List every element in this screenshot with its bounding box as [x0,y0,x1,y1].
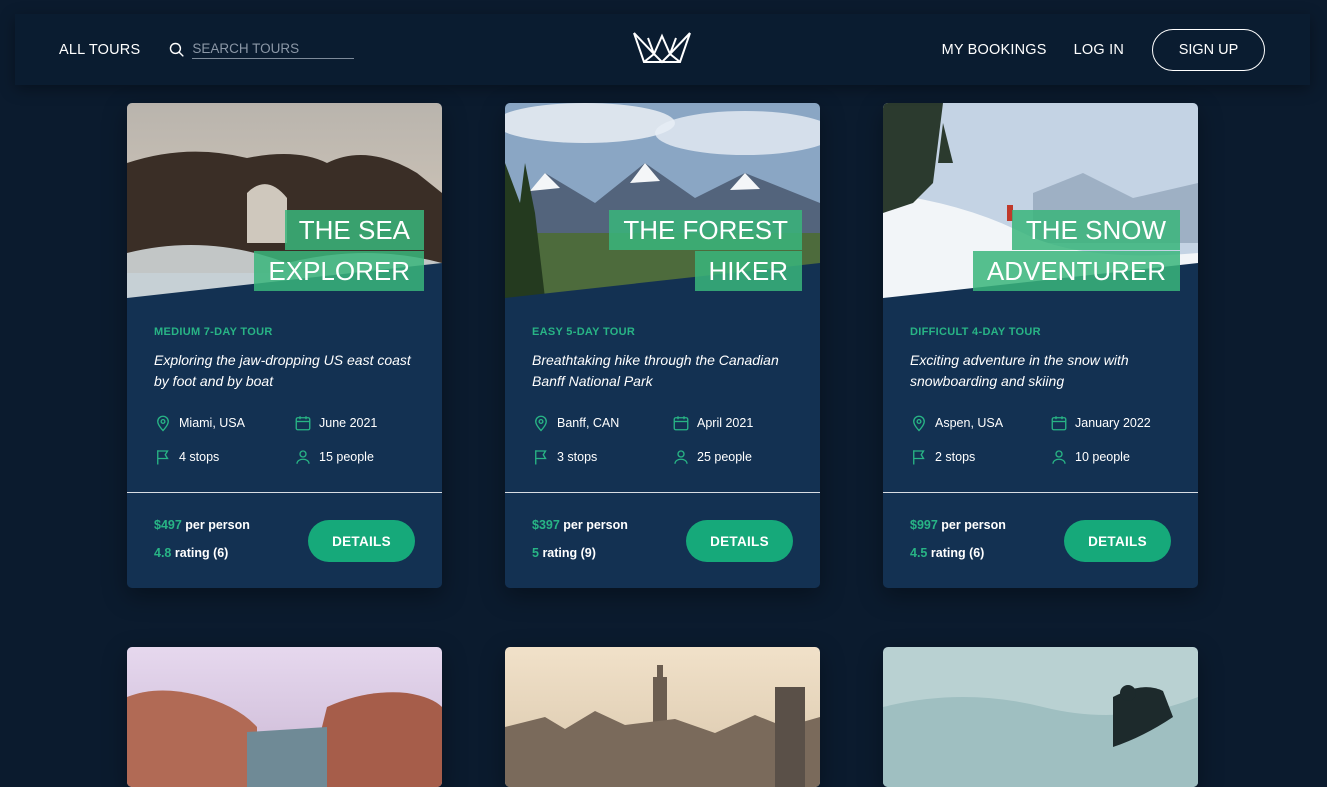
tour-title-line1: THE SNOW [1011,210,1180,250]
user-icon [1052,450,1066,464]
tour-card-partial [505,647,820,787]
stops-text: 3 stops [557,450,598,464]
card-footer: $497 per person 4.8 rating (6) DETAILS [127,492,442,588]
tour-details: Aspen, USA January 2022 2 stops 10 peopl… [910,414,1171,466]
tour-title-line2: EXPLORER [254,251,424,291]
tour-stops: 4 stops [154,448,294,466]
card-body: DIFFICULT 4-DAY TOUR Exciting adventure … [883,298,1198,492]
map-pin-icon [535,415,547,432]
flag-icon [157,450,169,465]
tour-subheading: MEDIUM 7-DAY TOUR [154,326,273,338]
price-suffix: per person [941,518,1006,532]
price-value: $997 [910,518,938,532]
details-button[interactable]: DETAILS [308,520,415,562]
user-icon [296,450,310,464]
map-pin-icon [913,415,925,432]
tour-image [883,647,1198,787]
tour-subheading: DIFFICULT 4-DAY TOUR [910,326,1041,338]
price-value: $497 [154,518,182,532]
tour-subheading: EASY 5-DAY TOUR [532,326,636,338]
tour-card: THE SEA EXPLORER MEDIUM 7-DAY TOUR Explo… [127,103,442,588]
tour-location: Aspen, USA [910,414,1050,432]
tour-image [505,647,820,787]
tour-people: 10 people [1050,448,1170,466]
rating-suffix: rating (6) [174,546,229,560]
card-footer: $997 per person 4.5 rating (6) DETAILS [883,492,1198,588]
sign-up-button[interactable]: SIGN UP [1152,28,1265,71]
rating-value: 5 [532,546,539,560]
tour-date: June 2021 [294,414,414,432]
tour-location: Banff, CAN [532,414,672,432]
tour-title-line1: THE FOREST [609,210,802,250]
tour-image: THE SEA EXPLORER [127,103,442,298]
people-text: 10 people [1075,450,1130,464]
tour-location: Miami, USA [154,414,294,432]
people-text: 15 people [319,450,374,464]
tour-stops: 3 stops [532,448,672,466]
price-suffix: per person [185,518,250,532]
log-in-link[interactable]: LOG IN [1074,42,1124,58]
stops-text: 2 stops [935,450,976,464]
tour-details: Miami, USA June 2021 4 stops 15 people [154,414,415,466]
price-value: $397 [532,518,560,532]
tour-title: THE FOREST HIKER [609,210,802,292]
tour-date: April 2021 [672,414,792,432]
map-pin-icon [157,415,169,432]
crown-logo[interactable] [632,30,692,64]
tour-stops: 2 stops [910,448,1050,466]
card-body: MEDIUM 7-DAY TOUR Exploring the jaw-drop… [127,298,442,492]
tour-summary: Exciting adventure in the snow with snow… [910,352,1129,389]
tour-people: 25 people [672,448,792,466]
tour-people: 15 people [294,448,414,466]
details-button[interactable]: DETAILS [1064,520,1171,562]
tour-card: THE SNOW ADVENTURER DIFFICULT 4-DAY TOUR… [883,103,1198,588]
site-header: ALL TOURS MY BOOKINGS LOG IN SIGN UP [15,14,1310,85]
location-text: Banff, CAN [557,416,620,430]
my-bookings-link[interactable]: MY BOOKINGS [942,42,1047,58]
date-text: April 2021 [697,416,754,430]
tour-image: THE FOREST HIKER [505,103,820,298]
tour-title-line2: HIKER [694,251,802,291]
tour-title-line1: THE SEA [284,210,424,250]
rating-suffix: rating (6) [930,546,985,560]
all-tours-link[interactable]: ALL TOURS [59,42,140,58]
stops-text: 4 stops [179,450,220,464]
tour-title-line2: ADVENTURER [972,251,1180,291]
search-icon[interactable] [168,41,185,58]
date-text: January 2022 [1075,416,1151,430]
search-form [168,40,355,59]
tour-details: Banff, CAN April 2021 3 stops 25 people [532,414,793,466]
card-body: EASY 5-DAY TOUR Breathtaking hike throug… [505,298,820,492]
location-text: Aspen, USA [935,416,1004,430]
date-text: June 2021 [319,416,378,430]
flag-icon [535,450,547,465]
calendar-icon [673,416,689,431]
tour-date: January 2022 [1050,414,1170,432]
calendar-icon [1051,416,1067,431]
location-text: Miami, USA [179,416,245,430]
calendar-icon [295,416,311,431]
tour-summary: Breathtaking hike through the Canadian B… [532,352,779,389]
tour-title: THE SEA EXPLORER [254,210,424,292]
tour-summary: Exploring the jaw-dropping US east coast… [154,352,411,389]
price-suffix: per person [563,518,628,532]
user-icon [674,450,688,464]
details-button[interactable]: DETAILS [686,520,793,562]
tour-card: THE FOREST HIKER EASY 5-DAY TOUR Breatht… [505,103,820,588]
tour-image: THE SNOW ADVENTURER [883,103,1198,298]
tour-image [127,647,442,787]
tour-card-partial [883,647,1198,787]
rating-suffix: rating (9) [542,546,596,560]
nav-right: MY BOOKINGS LOG IN SIGN UP [915,14,1265,85]
rating-value: 4.5 [910,546,928,560]
tour-title: THE SNOW ADVENTURER [972,210,1180,292]
card-footer: $397 per person 5 rating (9) DETAILS [505,492,820,588]
people-text: 25 people [697,450,752,464]
search-input[interactable] [192,40,355,59]
rating-value: 4.8 [154,546,172,560]
flag-icon [913,450,925,465]
tour-card-partial [127,647,442,787]
nav-left: ALL TOURS [59,14,355,85]
